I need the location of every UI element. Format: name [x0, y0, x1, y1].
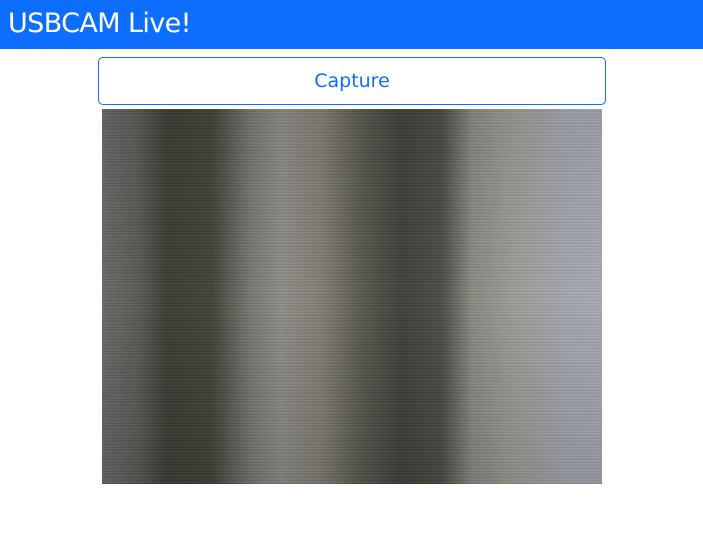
camera-feed: [102, 109, 602, 484]
capture-button[interactable]: Capture: [98, 57, 606, 105]
app-header: USBCAM Live!: [0, 0, 703, 49]
camera-feed-image: [102, 109, 602, 484]
page-title: USBCAM Live!: [8, 8, 192, 39]
